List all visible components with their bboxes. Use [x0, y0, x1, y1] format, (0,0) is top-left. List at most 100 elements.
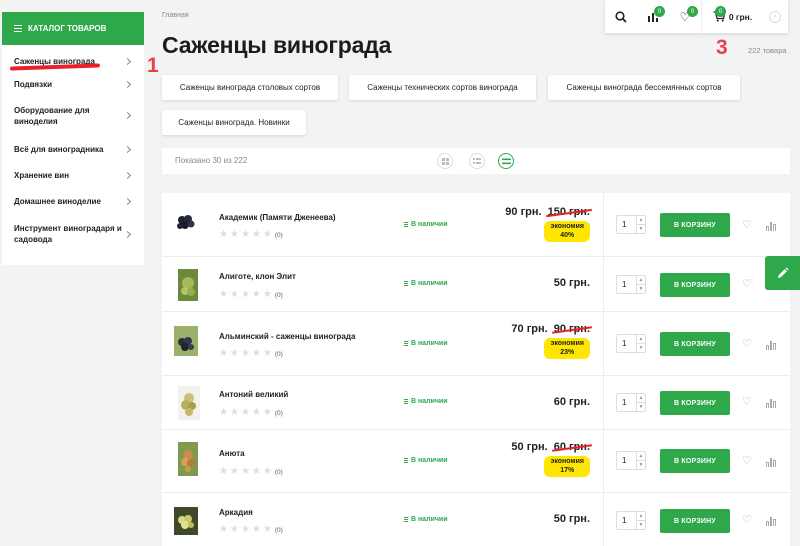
heart-icon[interactable]: ♡	[742, 337, 752, 350]
sidebar-item-tools[interactable]: Инструмент виноградаря и садовода	[2, 214, 144, 254]
star-icon: ★	[262, 407, 272, 418]
heart-icon[interactable]: ♡	[742, 395, 752, 408]
chip-table-grapes[interactable]: Саженцы винограда столовых сортов	[162, 75, 338, 100]
chip-technical-grapes[interactable]: Саженцы технических сортов винограда	[349, 75, 536, 100]
quantity-stepper[interactable]: 1 ▲ ▼	[616, 451, 646, 470]
wishlist-button[interactable]: ♡ 0	[669, 0, 701, 33]
compare-icon[interactable]	[766, 516, 776, 526]
star-icon: ★	[262, 229, 272, 240]
decrement-icon[interactable]: ▼	[637, 460, 645, 469]
star-icon: ★	[229, 348, 239, 359]
star-icon: ★	[219, 407, 228, 418]
decrement-icon[interactable]: ▼	[637, 284, 645, 293]
lines-icon	[501, 158, 511, 164]
compare-icon[interactable]	[766, 221, 776, 231]
sidebar-item-vineyard-supplies[interactable]: Всё для виноградника	[2, 137, 144, 162]
star-icon: ★	[219, 289, 228, 300]
rating-stars[interactable]: ★ ★ ★ ★ ★ (0)	[219, 290, 283, 300]
heart-icon[interactable]: ♡	[742, 277, 752, 290]
search-button[interactable]	[605, 0, 637, 33]
heart-icon[interactable]: ♡	[742, 454, 752, 467]
product-name[interactable]: Альминский - саженцы винограда	[219, 332, 355, 341]
quantity-stepper[interactable]: 1 ▲ ▼	[616, 275, 646, 294]
sidebar-item-home-winemaking[interactable]: Домашнее виноделие	[2, 189, 144, 214]
stock-icon	[404, 399, 408, 404]
add-to-cart-button[interactable]: В КОРЗИНУ	[660, 332, 730, 356]
quantity-value[interactable]: 1	[617, 220, 636, 229]
cart-button[interactable]: 0 0 грн.	[701, 0, 763, 33]
compare-icon[interactable]	[766, 398, 776, 408]
current-price: 50 грн.	[511, 441, 548, 453]
add-to-cart-button[interactable]: В КОРЗИНУ	[660, 449, 730, 473]
quantity-stepper[interactable]: 1 ▲ ▼	[616, 215, 646, 234]
sidebar-item-label: Домашнее виноделие	[14, 197, 101, 206]
product-name[interactable]: Аркадия	[219, 508, 253, 517]
sidebar-item-wine-storage[interactable]: Хранение вин	[2, 162, 144, 189]
product-name[interactable]: Алиготе, клон Элит	[219, 272, 296, 281]
search-icon	[615, 10, 627, 23]
sidebar-item-ties[interactable]: Подвязки	[2, 75, 144, 94]
economy-value: 23%	[560, 348, 575, 356]
compare-icon[interactable]	[766, 457, 776, 467]
quantity-stepper[interactable]: 1 ▲ ▼	[616, 334, 646, 353]
rating-stars[interactable]: ★ ★ ★ ★ ★ (0)	[219, 349, 283, 359]
decrement-icon[interactable]: ▼	[637, 224, 645, 233]
product-image[interactable]	[178, 269, 198, 301]
edit-button[interactable]	[765, 256, 800, 290]
increment-icon[interactable]: ▲	[637, 276, 645, 284]
product-image[interactable]	[175, 207, 197, 233]
quantity-value[interactable]: 1	[617, 398, 636, 407]
stock-label: В наличии	[411, 340, 448, 347]
product-name[interactable]: Антоний великий	[219, 390, 288, 399]
sidebar-item-winemaking-equipment[interactable]: Оборудование для виноделия	[2, 94, 144, 137]
compare-button[interactable]: 0	[637, 0, 669, 33]
cart-open-button[interactable]: ›	[763, 0, 787, 33]
rating-count: (0)	[274, 468, 283, 476]
list-view-button[interactable]	[469, 153, 485, 169]
rating-stars[interactable]: ★ ★ ★ ★ ★ (0)	[219, 230, 283, 240]
increment-icon[interactable]: ▲	[637, 335, 645, 343]
rating-stars[interactable]: ★ ★ ★ ★ ★ (0)	[219, 525, 283, 535]
chevron-right-icon	[123, 80, 132, 89]
product-image[interactable]	[174, 326, 198, 356]
add-to-cart-button[interactable]: В КОРЗИНУ	[660, 213, 730, 237]
product-image[interactable]	[174, 507, 198, 535]
sidebar-item-grape-seedlings[interactable]: Саженцы винограда	[2, 45, 144, 75]
product-image[interactable]	[178, 386, 200, 420]
chip-new-grapes[interactable]: Саженцы винограда. Новинки	[162, 110, 306, 135]
quantity-stepper[interactable]: 1 ▲ ▼	[616, 511, 646, 530]
increment-icon[interactable]: ▲	[637, 452, 645, 460]
quantity-stepper[interactable]: 1 ▲ ▼	[616, 393, 646, 412]
star-icon: ★	[262, 289, 272, 300]
increment-icon[interactable]: ▲	[637, 216, 645, 224]
add-to-cart-button[interactable]: В КОРЗИНУ	[660, 273, 730, 297]
economy-value: 17%	[560, 466, 575, 474]
increment-icon[interactable]: ▲	[637, 512, 645, 520]
quantity-value[interactable]: 1	[617, 280, 636, 289]
catalog-header-button[interactable]: КАТАЛОГ ТОВАРОВ	[2, 12, 144, 45]
grid-view-button[interactable]	[437, 153, 453, 169]
add-to-cart-button[interactable]: В КОРЗИНУ	[660, 509, 730, 533]
quantity-value[interactable]: 1	[617, 339, 636, 348]
sidebar-item-label: Инструмент виноградаря и садовода	[14, 224, 122, 244]
chevron-right-icon	[123, 57, 132, 65]
product-name[interactable]: Академик (Памяти Дженеева)	[219, 213, 336, 222]
decrement-icon[interactable]: ▼	[637, 343, 645, 352]
quantity-value[interactable]: 1	[617, 456, 636, 465]
product-name[interactable]: Анюта	[219, 449, 245, 458]
heart-icon[interactable]: ♡	[742, 513, 752, 526]
rating-stars[interactable]: ★ ★ ★ ★ ★ (0)	[219, 408, 283, 418]
rating-stars[interactable]: ★ ★ ★ ★ ★ (0)	[219, 467, 283, 477]
compact-view-button[interactable]	[498, 153, 514, 169]
quantity-value[interactable]: 1	[617, 516, 636, 525]
chip-seedless-grapes[interactable]: Саженцы винограда бессемянных сортов	[548, 75, 740, 100]
increment-icon[interactable]: ▲	[637, 394, 645, 402]
decrement-icon[interactable]: ▼	[637, 402, 645, 411]
decrement-icon[interactable]: ▼	[637, 520, 645, 529]
compare-icon[interactable]	[766, 340, 776, 350]
breadcrumb[interactable]: Главная	[162, 12, 189, 19]
star-icon: ★	[251, 229, 261, 240]
heart-icon[interactable]: ♡	[742, 218, 752, 231]
add-to-cart-button[interactable]: В КОРЗИНУ	[660, 391, 730, 415]
product-image[interactable]	[178, 442, 198, 476]
